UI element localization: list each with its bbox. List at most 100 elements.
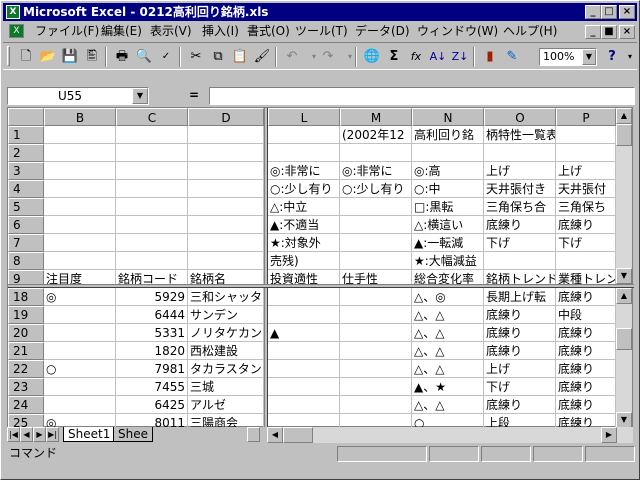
cell-c[interactable] — [116, 180, 188, 198]
cell-n[interactable]: △、△ — [412, 306, 484, 324]
cell-l[interactable] — [268, 396, 340, 414]
menu-window[interactable]: ウィンドウ(W) — [417, 22, 498, 41]
cell-c[interactable] — [116, 162, 188, 180]
tab-split-handle[interactable] — [247, 427, 260, 442]
cell-m[interactable]: ○:少し有り — [340, 180, 412, 198]
vertical-split-bar[interactable] — [264, 108, 268, 428]
cell-b[interactable] — [44, 234, 116, 252]
cell-o[interactable]: 底練り — [484, 342, 556, 360]
cell-d[interactable]: タカラスタン — [188, 360, 264, 378]
cell-d[interactable] — [188, 234, 264, 252]
scroll-thumb[interactable] — [283, 427, 313, 443]
column-header-m[interactable]: M — [340, 108, 412, 126]
select-all-corner[interactable] — [8, 108, 44, 126]
function-icon[interactable]: fx — [405, 47, 427, 67]
cell-l[interactable]: ★:対象外 — [268, 234, 340, 252]
cell-p[interactable]: 天井張付 — [556, 180, 616, 198]
cell-o[interactable]: 底練り — [484, 306, 556, 324]
format-painter-icon[interactable]: 🖌 — [251, 47, 273, 67]
close-button[interactable]: × — [619, 5, 635, 19]
doc-close-button[interactable]: × — [619, 25, 635, 39]
cell-c[interactable] — [116, 144, 188, 162]
cell-l[interactable]: ▲:不適当 — [268, 216, 340, 234]
cell-b[interactable] — [44, 396, 116, 414]
cell-o[interactable]: 柄特性一覧表 — [484, 126, 556, 144]
column-header-p[interactable]: P — [556, 108, 616, 126]
cell-c[interactable] — [116, 252, 188, 270]
cell-m[interactable] — [340, 342, 412, 360]
minimize-button[interactable]: _ — [585, 5, 601, 19]
cell-n[interactable]: ★:大幅減益 — [412, 252, 484, 270]
cell-b[interactable] — [44, 324, 116, 342]
chevron-down-icon[interactable]: ▼ — [582, 49, 596, 65]
cell-n[interactable]: 高利回り銘 — [412, 126, 484, 144]
scroll-up-icon[interactable]: ▲ — [616, 288, 632, 304]
cut-icon[interactable]: ✂ — [185, 47, 207, 67]
cell-o[interactable] — [484, 144, 556, 162]
cell-p[interactable]: 上げ — [556, 162, 616, 180]
zoom-select[interactable]: 100% ▼ — [539, 48, 597, 66]
cell-c[interactable] — [116, 126, 188, 144]
row-header[interactable]: 7 — [8, 234, 44, 252]
excel-app-icon[interactable]: X — [6, 5, 20, 19]
cell-l[interactable] — [268, 144, 340, 162]
cell-d[interactable]: 三和シャッタ — [188, 288, 264, 306]
cell-d[interactable] — [188, 216, 264, 234]
menu-help[interactable]: ヘルプ(H) — [503, 22, 557, 41]
cell-p[interactable]: 底練り — [556, 396, 616, 414]
row-header[interactable]: 24 — [8, 396, 44, 414]
scroll-up-icon[interactable]: ▲ — [616, 108, 632, 124]
hyperlink-icon[interactable]: 🌐 — [361, 47, 383, 67]
scroll-thumb[interactable] — [616, 124, 632, 146]
cell-b[interactable] — [44, 216, 116, 234]
column-header-o[interactable]: O — [484, 108, 556, 126]
cell-m[interactable] — [340, 198, 412, 216]
cell-c[interactable] — [116, 216, 188, 234]
cell-c[interactable]: 7455 — [116, 378, 188, 396]
menu-data[interactable]: データ(D) — [355, 22, 410, 41]
cell-l[interactable] — [268, 378, 340, 396]
row-header[interactable]: 22 — [8, 360, 44, 378]
row-header[interactable]: 23 — [8, 378, 44, 396]
cell-n[interactable]: △、◎ — [412, 288, 484, 306]
cell-n[interactable] — [412, 144, 484, 162]
cell-d[interactable] — [188, 252, 264, 270]
cell-c[interactable] — [116, 234, 188, 252]
permission-icon[interactable]: 🖺 — [81, 47, 103, 67]
cell-n[interactable]: △、△ — [412, 324, 484, 342]
row-header[interactable]: 20 — [8, 324, 44, 342]
save-icon[interactable]: 💾 — [59, 47, 81, 67]
drawing-icon[interactable]: ✎ — [501, 47, 523, 67]
cell-n[interactable]: △、△ — [412, 396, 484, 414]
cell-m[interactable] — [340, 252, 412, 270]
doc-restore-button[interactable]: ■ — [601, 25, 617, 39]
cell-b[interactable]: ○ — [44, 360, 116, 378]
cell-d[interactable]: 西松建設 — [188, 342, 264, 360]
row-header[interactable]: 5 — [8, 198, 44, 216]
row-header[interactable]: 8 — [8, 252, 44, 270]
cell-p[interactable] — [556, 144, 616, 162]
scroll-down-icon[interactable]: ▼ — [616, 268, 632, 284]
sheet-tab-sheet2[interactable]: Shee — [113, 427, 153, 442]
cell-o[interactable]: 上げ — [484, 162, 556, 180]
cell-o[interactable]: 天井張付き — [484, 180, 556, 198]
cell-b[interactable] — [44, 180, 116, 198]
cell-o[interactable]: 下げ — [484, 234, 556, 252]
column-header-n[interactable]: N — [412, 108, 484, 126]
cell-m[interactable] — [340, 234, 412, 252]
sort-descending-icon[interactable]: Z↓ — [449, 47, 471, 67]
last-sheet-icon[interactable]: ▶| — [46, 427, 59, 442]
menu-edit[interactable]: 編集(E) — [101, 22, 142, 41]
column-header-c[interactable]: C — [116, 108, 188, 126]
cell-p[interactable] — [556, 252, 616, 270]
toolbar-grip[interactable] — [7, 46, 10, 66]
scroll-right-icon[interactable]: ▶ — [601, 427, 617, 443]
horizontal-scrollbar[interactable]: ◀ ▶ — [267, 427, 633, 443]
redo-icon[interactable]: ↷ — [317, 47, 339, 67]
open-icon[interactable]: 📂 — [37, 47, 59, 67]
cell-m[interactable] — [340, 378, 412, 396]
cell-p[interactable] — [556, 126, 616, 144]
cell-b[interactable] — [44, 198, 116, 216]
toolbar-options-icon[interactable]: ▾ — [619, 47, 640, 67]
cell-o[interactable]: 三角保ち合 — [484, 198, 556, 216]
